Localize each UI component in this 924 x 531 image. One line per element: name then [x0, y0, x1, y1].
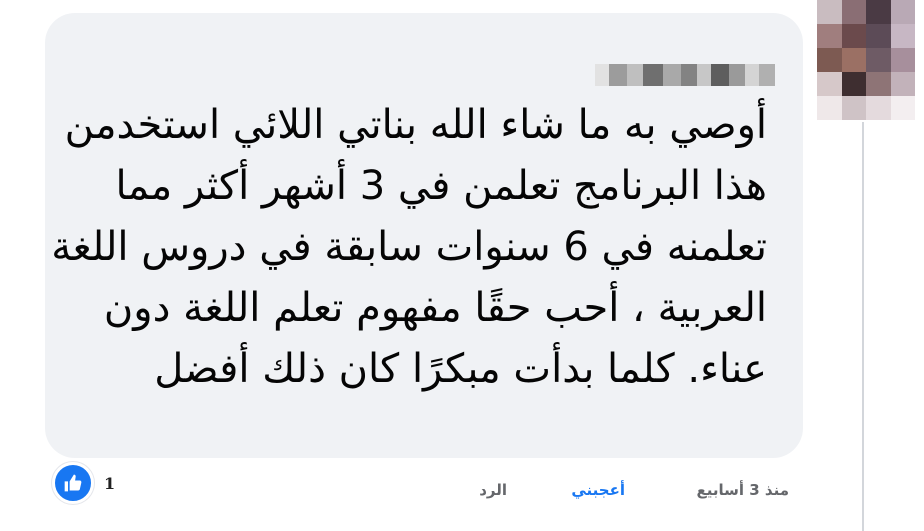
author-name-pixel: [759, 64, 775, 86]
author-name-pixel: [627, 64, 643, 86]
author-name-pixel: [595, 64, 609, 86]
comment-bubble: أوصي به ما شاء الله بناتي اللائي استخدمن…: [45, 13, 803, 458]
comment-line: عناء. كلما بدأت مبكرًا كان ذلك أفضل: [154, 346, 767, 392]
author-name-pixel: [711, 64, 729, 86]
avatar-pixel: [866, 48, 891, 72]
avatar-pixel: [890, 72, 915, 96]
comment-line: العربية ، أحب حقًا مفهوم تعلم اللغة دون: [103, 285, 767, 331]
author-name-pixel: [729, 64, 745, 86]
comment-line: أوصي به ما شاء الله بناتي اللائي استخدمن: [64, 102, 767, 148]
avatar-pixel: [817, 0, 842, 24]
avatar-pixel: [866, 72, 891, 96]
avatar[interactable]: [817, 0, 915, 120]
avatar-pixel: [817, 48, 842, 72]
timestamp[interactable]: منذ 3 أسابيع: [697, 481, 789, 499]
author-name-pixel: [609, 64, 627, 86]
author-name-pixel: [663, 64, 681, 86]
avatar-pixel: [841, 72, 866, 96]
thumbs-up-icon: [52, 462, 94, 504]
author-name-pixel: [681, 64, 697, 86]
avatar-pixel: [866, 0, 891, 24]
reaction-count: 1: [104, 473, 116, 493]
avatar-pixel: [841, 96, 866, 120]
author-name-pixel: [697, 64, 711, 86]
avatar-pixel: [866, 24, 891, 48]
avatar-pixel: [890, 24, 915, 48]
avatar-pixel: [890, 96, 915, 120]
avatar-pixel: [817, 72, 842, 96]
like-button[interactable]: أعجبني: [571, 481, 625, 499]
thread-line: [862, 122, 864, 531]
comment-actions: منذ 3 أسابيع أعجبني الرد: [455, 481, 795, 505]
avatar-pixel: [866, 96, 891, 120]
avatar-pixel: [817, 96, 842, 120]
avatar-pixel: [890, 48, 915, 72]
reply-button[interactable]: الرد: [479, 481, 507, 499]
avatar-pixel: [841, 0, 866, 24]
avatar-pixel: [841, 48, 866, 72]
avatar-pixel: [817, 24, 842, 48]
comment-line: تعلمنه في 6 سنوات سابقة في دروس اللغة: [51, 224, 767, 270]
avatar-pixel: [890, 0, 915, 24]
comment-line: هذا البرنامج تعلمن في 3 أشهر أكثر مما: [115, 163, 767, 209]
author-name-pixel: [643, 64, 663, 86]
reaction-summary[interactable]: 1: [52, 462, 115, 504]
author-name-blurred[interactable]: [585, 55, 775, 95]
avatar-pixel: [841, 24, 866, 48]
comment-text: أوصي به ما شاء الله بناتي اللائي استخدمن…: [47, 95, 767, 400]
author-name-pixel: [745, 64, 759, 86]
